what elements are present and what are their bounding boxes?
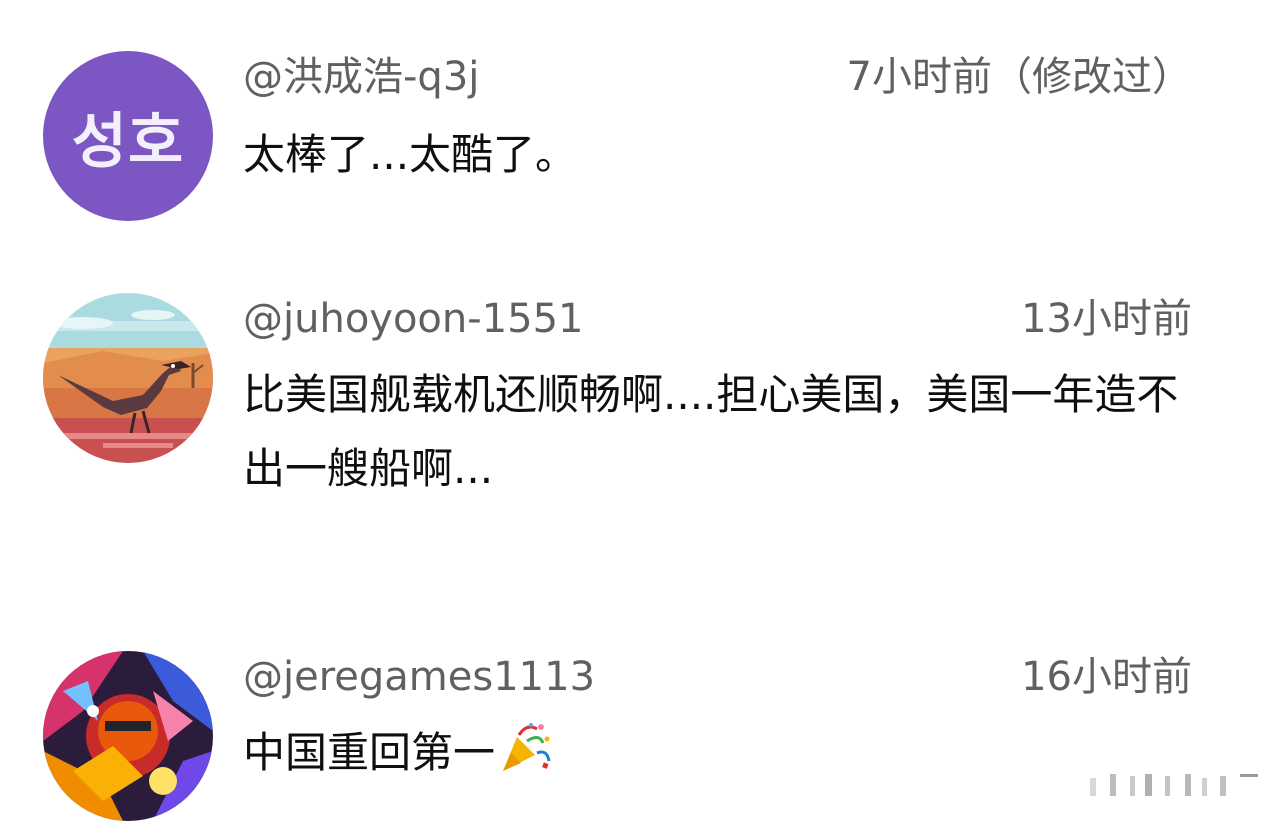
colorful-character-avatar-icon (43, 651, 213, 821)
roadrunner-desert-avatar-icon (43, 293, 213, 463)
comment-timestamp: 16小时前 (1021, 654, 1192, 700)
comment-text: 中国重回第一 (243, 728, 496, 777)
avatar-initials: 성호 (71, 106, 185, 177)
watermark-graphic (1090, 774, 1258, 796)
comment-text-container: 中国重回第一 (243, 716, 1203, 790)
comment-timestamp: 13小时前 (1021, 296, 1192, 342)
party-popper-icon (503, 723, 551, 771)
user-avatar[interactable]: 성호 (43, 51, 213, 221)
comment-text: 太棒了...太酷了。 (243, 130, 578, 179)
user-avatar[interactable] (43, 293, 213, 463)
comment-author-handle[interactable]: @jeregames1113 (243, 651, 595, 703)
comment-author-handle[interactable]: @juhoyoon-1551 (243, 293, 584, 345)
comment-timestamp: 7小时前（修改过） (846, 54, 1192, 100)
user-avatar[interactable] (43, 651, 213, 821)
comment-author-handle[interactable]: @洪成浩-q3j (243, 51, 479, 103)
comment-text: 比美国舰载机还顺畅啊....担心美国，美国一年造不出一艘船啊... (243, 370, 1179, 493)
